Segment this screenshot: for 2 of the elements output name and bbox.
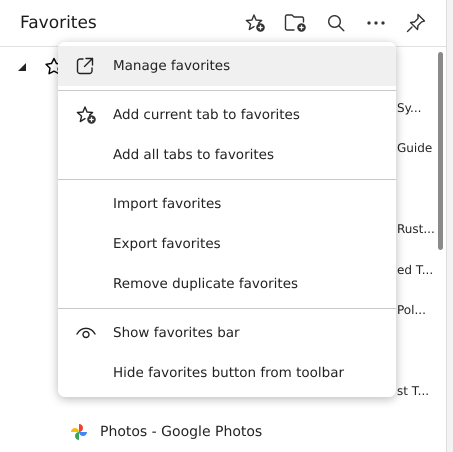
- panel-title: Favorites: [20, 13, 98, 33]
- favorite-title: Photos - Google Photos: [100, 424, 262, 440]
